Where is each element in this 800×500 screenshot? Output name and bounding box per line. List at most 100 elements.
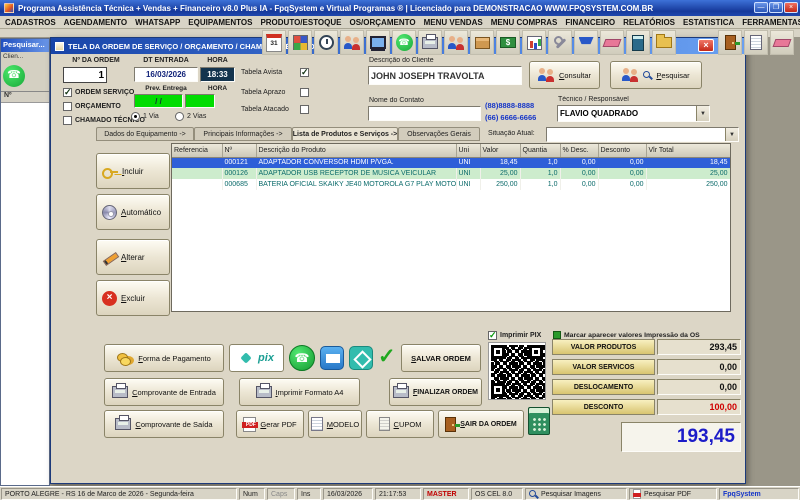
order-type-orcamento[interactable]: ORÇAMENTO: [63, 102, 121, 111]
marcar-valores-row[interactable]: Marcar aparecer valores Impressão da OS: [553, 331, 700, 339]
salvar-ordem-button[interactable]: SALVAR ORDEM: [401, 344, 481, 372]
menu-item-ferramentas[interactable]: FERRAMENTAS: [742, 18, 800, 27]
monitor-icon[interactable]: [366, 30, 390, 55]
menu-item-os-orcamento[interactable]: OS/ORÇAMENTO: [350, 18, 416, 27]
stock-box-icon[interactable]: [470, 30, 494, 55]
tabela-atacado-checkbox[interactable]: [300, 105, 309, 114]
menu-item-financeiro[interactable]: FINANCEIRO: [565, 18, 615, 27]
modelo-button[interactable]: MODELO: [308, 410, 362, 438]
calculator-icon[interactable]: [528, 407, 550, 435]
tabela-avista-checkbox[interactable]: [300, 68, 309, 77]
prev-hora-input[interactable]: [185, 94, 215, 108]
col-valor[interactable]: Valor: [480, 144, 520, 157]
chart-icon[interactable]: [522, 30, 546, 55]
situacao-dropdown-arrow[interactable]: ▼: [725, 128, 738, 141]
situacao-select[interactable]: ▼: [546, 127, 739, 142]
message-icon[interactable]: [320, 346, 344, 370]
gerar-pdf-button[interactable]: PDF Gerar PDF: [236, 410, 304, 438]
menu-item-produto-estoque[interactable]: PRODUTO/ESTOQUE: [260, 18, 341, 27]
orcamento-checkbox[interactable]: [63, 102, 72, 111]
excluir-button[interactable]: Excluir: [96, 280, 170, 316]
maximize-button[interactable]: ❒: [769, 2, 783, 13]
col-referencia[interactable]: Referencia: [172, 144, 222, 157]
pix-square-icon[interactable]: [349, 346, 373, 370]
clock-icon[interactable]: [314, 30, 338, 55]
finalizar-ordem-button[interactable]: FINALIZAR ORDEM: [389, 378, 482, 406]
col-vlr-total[interactable]: Vlr Total: [646, 144, 730, 157]
comprovante-saida-button[interactable]: Comprovante de Saída: [104, 410, 224, 438]
col-desconto[interactable]: Desconto: [598, 144, 646, 157]
money-icon[interactable]: [496, 30, 520, 55]
tools-icon[interactable]: [548, 30, 572, 55]
col-numero[interactable]: Nº: [222, 144, 256, 157]
hora-entrada-input[interactable]: 18:33: [200, 67, 235, 82]
minimize-button[interactable]: —: [754, 2, 768, 13]
menu-item-relatorios[interactable]: RELATÓRIOS: [623, 18, 675, 27]
tab-dados-equipamento[interactable]: Dados do Equipamento ->: [96, 127, 194, 141]
order-type-servico[interactable]: ORDEM SERVIÇO: [63, 88, 134, 97]
pix-button[interactable]: pix: [229, 344, 284, 372]
calculator-mini-icon[interactable]: [626, 30, 650, 55]
users-icon[interactable]: [444, 30, 468, 55]
clients-icon[interactable]: [340, 30, 364, 55]
cliente-input[interactable]: JOHN JOSEPH TRAVOLTA: [368, 66, 522, 85]
via2-radio[interactable]: [175, 112, 184, 121]
cart-icon[interactable]: [574, 30, 598, 55]
menu-item-equipamentos[interactable]: EQUIPAMENTOS: [188, 18, 252, 27]
consultar-button[interactable]: Consultar: [529, 61, 600, 89]
pesquisar-imagens-button[interactable]: Pesquisar Imagens: [525, 488, 627, 500]
tecnico-select[interactable]: FLAVIO QUADRADO ▼: [557, 105, 710, 122]
close-button[interactable]: ×: [784, 2, 798, 13]
whatsapp-icon[interactable]: [392, 30, 416, 55]
automatico-button[interactable]: Automático: [96, 194, 170, 230]
service-order-close-icon[interactable]: ×: [698, 39, 714, 52]
col-uni[interactable]: Uni: [456, 144, 480, 157]
table-row[interactable]: 000121ADAPTADOR CONVERSOR HDMI P/VGA.UNI…: [172, 157, 730, 168]
eraser2-icon[interactable]: [770, 30, 794, 55]
tab-principais-informacoes[interactable]: Principais Informações ->: [194, 127, 292, 141]
menu-item-whatsapp[interactable]: WHATSAPP: [135, 18, 180, 27]
exit-door-icon[interactable]: [718, 30, 742, 55]
contato-input[interactable]: [368, 106, 481, 121]
tabela-aprazo-row[interactable]: Tabela Aprazo: [241, 88, 309, 97]
col-perc-desc[interactable]: % Desc.: [560, 144, 598, 157]
notes-icon[interactable]: [744, 30, 768, 55]
tabela-avista-row[interactable]: Tabela Avista: [241, 68, 309, 77]
whatsapp-send-icon[interactable]: [289, 345, 315, 371]
alterar-button[interactable]: Alterar: [96, 239, 170, 275]
printer-icon[interactable]: [418, 30, 442, 55]
pesquisar-button[interactable]: Pesquisar: [610, 61, 702, 89]
tecnico-dropdown-arrow[interactable]: ▼: [696, 106, 709, 121]
prev-entrega-input[interactable]: / /: [134, 94, 183, 108]
incluir-button[interactable]: Incluir: [96, 153, 170, 189]
via1-radio[interactable]: [131, 112, 140, 121]
menu-item-cadastros[interactable]: CADASTROS: [5, 18, 56, 27]
tabela-atacado-row[interactable]: Tabela Atacado: [241, 105, 309, 114]
table-row[interactable]: 000126ADAPTADOR USB RECEPTOR DE MUSICA V…: [172, 168, 730, 179]
ordem-servico-checkbox[interactable]: [63, 88, 72, 97]
menu-item-estatistica[interactable]: ESTATISTICA: [683, 18, 734, 27]
whatsapp-shortcut-icon[interactable]: [3, 65, 25, 87]
imprimir-a4-button[interactable]: Imprimir Formato A4: [239, 378, 360, 406]
forma-pagamento-button[interactable]: Forma de Pagamento: [104, 344, 224, 372]
schedule-board-icon[interactable]: [288, 30, 312, 55]
dt-entrada-input[interactable]: 16/03/2026: [134, 67, 198, 82]
menu-item-agendamento[interactable]: AGENDAMENTO: [64, 18, 127, 27]
via-option-2[interactable]: 2 Vias: [175, 112, 206, 121]
imprimir-pix-row[interactable]: Imprimir PIX: [488, 331, 541, 340]
folder-icon[interactable]: [652, 30, 676, 55]
calendar-icon[interactable]: 31: [262, 30, 286, 55]
tabela-aprazo-checkbox[interactable]: [300, 88, 309, 97]
via-option-1[interactable]: 1 Via: [131, 112, 159, 121]
imprimir-pix-checkbox[interactable]: [488, 331, 497, 340]
menu-item-menu-compras[interactable]: MENU COMPRAS: [491, 18, 558, 27]
col-quantia[interactable]: Quantia: [520, 144, 560, 157]
pesquisar-pdf-button[interactable]: Pesquisar PDF: [629, 488, 717, 500]
chamado-tecnico-checkbox[interactable]: [63, 116, 72, 125]
comprovante-entrada-button[interactable]: Comprovante de Entrada: [104, 378, 224, 406]
eraser-icon[interactable]: [600, 30, 624, 55]
tab-observacoes-gerais[interactable]: Observações Gerais: [398, 127, 480, 141]
sair-ordem-button[interactable]: SAIR DA ORDEM: [438, 410, 524, 438]
order-number-input[interactable]: 1: [63, 67, 107, 83]
col-descricao[interactable]: Descrição do Produto: [256, 144, 456, 157]
